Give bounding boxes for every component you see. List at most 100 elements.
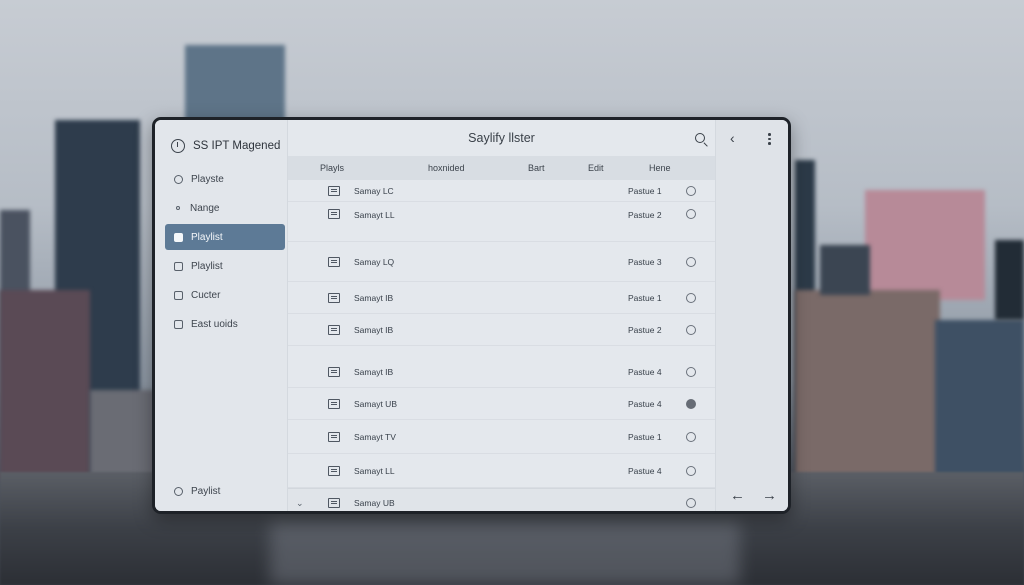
row-name: Samayt IB — [354, 324, 394, 335]
column-header[interactable]: Bart — [528, 163, 545, 173]
sidebar: SS IPT Magened Playste Nange Playlist Pl… — [155, 120, 288, 511]
background-building — [795, 290, 940, 480]
row-position: Pastue 3 — [628, 256, 662, 267]
background-building — [0, 290, 90, 480]
chevron-down-icon[interactable]: ⌄ — [296, 498, 304, 509]
sidebar-item-east-uoids[interactable]: East uoids — [155, 311, 287, 337]
tv-icon — [328, 367, 340, 377]
app-title: SS IPT Magened — [193, 140, 281, 152]
row-position: Pastue 2 — [628, 210, 662, 220]
sidebar-item-label: Playlist — [191, 260, 223, 272]
column-header[interactable]: Hene — [649, 163, 671, 173]
tv-icon — [328, 498, 340, 508]
dot-icon — [176, 206, 180, 210]
sidebar-item-label: East uoids — [191, 318, 238, 330]
background-building — [865, 190, 985, 300]
table-row[interactable]: Samayt IB Pastue 4 — [288, 346, 715, 388]
table-row[interactable]: ⌄ Samay UB — [288, 488, 715, 511]
background-building — [90, 390, 155, 480]
column-header[interactable]: Playls — [320, 163, 344, 173]
sidebar-item-label: Nange — [190, 202, 220, 214]
row-radio[interactable] — [686, 324, 696, 335]
row-name: Samayt IB — [354, 367, 394, 377]
column-header[interactable]: hoxnided — [428, 163, 465, 173]
document-icon — [174, 261, 183, 271]
background-building — [935, 320, 1024, 480]
arrow-left-icon[interactable]: ← — [730, 488, 745, 503]
row-position: Pastue 1 — [628, 431, 662, 442]
row-name: Samayt LL — [354, 210, 395, 220]
sidebar-item-label: Playlist — [191, 231, 223, 243]
sidebar-item-cucter[interactable]: Cucter — [155, 282, 287, 308]
row-radio[interactable] — [686, 498, 696, 508]
row-name: Samayt TV — [354, 431, 396, 442]
row-name: Samay LQ — [354, 256, 395, 267]
main-panel: Saylify llster Playls hoxnided Bart Edit… — [288, 120, 715, 511]
row-radio[interactable] — [686, 431, 696, 442]
tv-icon — [328, 209, 340, 219]
sidebar-item-playlist[interactable]: Playlist — [155, 253, 287, 279]
search-icon[interactable] — [695, 133, 705, 143]
arrow-right-icon[interactable]: → — [762, 488, 777, 503]
sidebar-item-playste[interactable]: Playste — [155, 166, 287, 192]
row-position: Pastue 1 — [628, 185, 662, 196]
row-radio[interactable] — [686, 367, 696, 377]
column-header[interactable]: Edit — [588, 163, 604, 173]
table-row[interactable]: Samayt UB Pastue 4 — [288, 388, 715, 420]
clock-icon — [171, 139, 185, 153]
sidebar-footer-label: Paylist — [191, 486, 221, 497]
row-position: Pastue 4 — [628, 465, 662, 476]
row-radio[interactable] — [686, 465, 696, 476]
folder-icon — [174, 290, 183, 300]
chevron-left-icon[interactable]: ‹ — [730, 131, 735, 145]
table-row[interactable]: Samayt IB Pastue 2 — [288, 314, 715, 346]
tv-icon — [328, 256, 340, 267]
row-position: Pastue 1 — [628, 292, 662, 303]
globe-icon — [174, 174, 183, 184]
right-pane: ‹ ← → — [715, 120, 788, 511]
row-position: Pastue 4 — [628, 398, 662, 409]
tv-icon — [328, 431, 340, 442]
table-row[interactable]: Samayt TV Pastue 1 — [288, 420, 715, 454]
row-radio[interactable] — [686, 209, 696, 219]
table-row[interactable]: Samayt LL Pastue 2 — [288, 202, 715, 242]
page-title: Saylify llster — [468, 131, 535, 145]
more-vertical-icon[interactable] — [768, 133, 771, 146]
app-window: SS IPT Magened Playste Nange Playlist Pl… — [152, 117, 791, 514]
download-icon — [174, 319, 183, 329]
row-radio[interactable] — [686, 292, 696, 303]
table-row[interactable]: Samay LC Pastue 1 — [288, 180, 715, 202]
sidebar-item-label: Cucter — [191, 289, 221, 301]
sidebar-nav: Playste Nange Playlist Playlist Cucter E… — [155, 166, 287, 337]
desk-reflection — [270, 520, 740, 585]
table-header: Playls hoxnided Bart Edit Hene — [288, 156, 715, 180]
tv-icon — [328, 185, 340, 196]
row-name: Samay UB — [354, 498, 395, 508]
currency-icon — [174, 487, 183, 496]
table-row[interactable]: Samayt LL Pastue 4 — [288, 454, 715, 488]
row-name: Samay LC — [354, 185, 394, 196]
row-position: Pastue 2 — [628, 324, 662, 335]
table-row[interactable]: Samay LQ Pastue 3 — [288, 242, 715, 282]
background-building — [185, 45, 285, 125]
row-radio[interactable] — [686, 185, 696, 196]
app-brand: SS IPT Magened — [155, 120, 287, 160]
table-row[interactable]: Samayt IB Pastue 1 — [288, 282, 715, 314]
sidebar-footer-item[interactable]: Paylist — [174, 486, 220, 497]
sidebar-item-nange[interactable]: Nange — [155, 195, 287, 221]
camera-icon — [174, 232, 183, 242]
row-name: Samayt IB — [354, 292, 394, 303]
background-building — [820, 245, 870, 295]
row-radio[interactable] — [686, 256, 696, 267]
row-name: Samayt LL — [354, 465, 395, 476]
row-radio-selected[interactable] — [686, 398, 696, 409]
sidebar-item-playlist-active[interactable]: Playlist — [165, 224, 285, 250]
top-bar: Saylify llster — [288, 120, 715, 156]
background-building — [995, 240, 1024, 320]
row-name: Samayt UB — [354, 398, 397, 409]
sidebar-item-label: Playste — [191, 173, 224, 185]
row-position: Pastue 4 — [628, 367, 662, 377]
tv-icon — [328, 398, 340, 409]
tv-icon — [328, 465, 340, 476]
tv-icon — [328, 324, 340, 335]
